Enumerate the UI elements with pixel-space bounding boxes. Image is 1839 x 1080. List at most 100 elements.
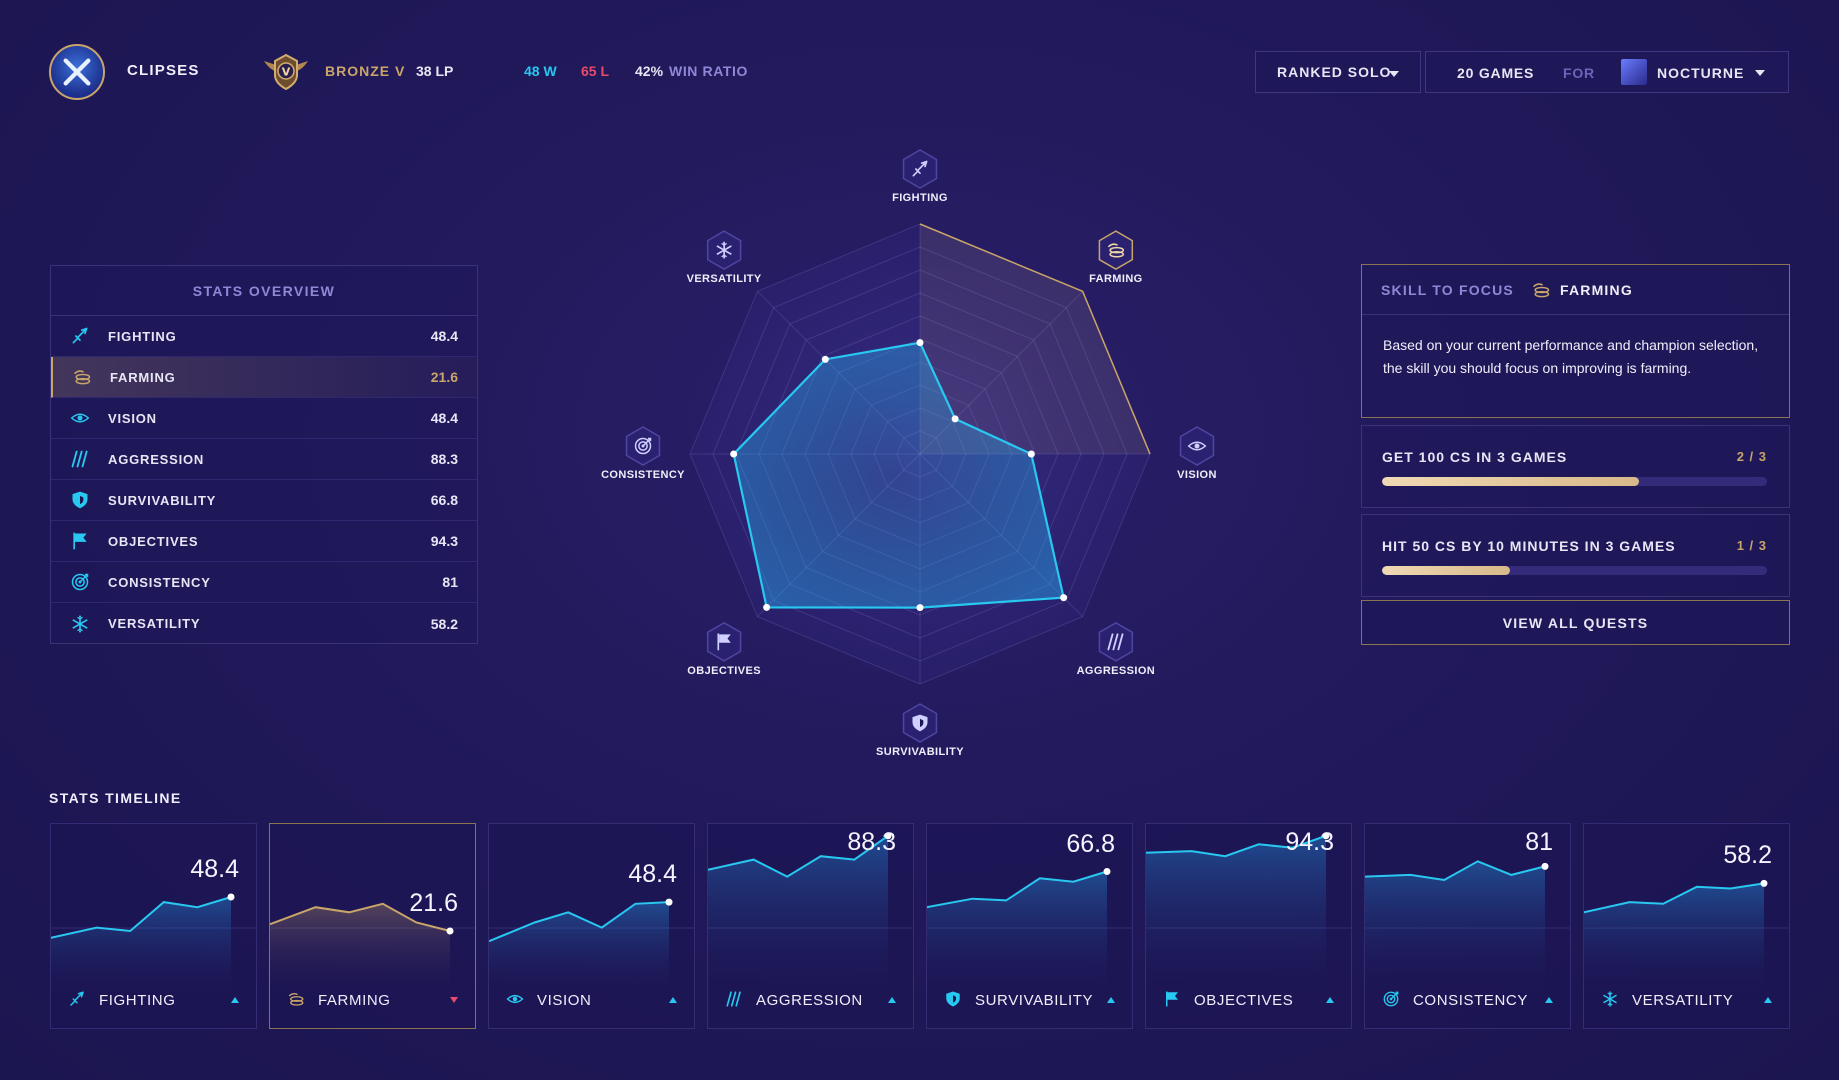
- overview-row-fighting[interactable]: FIGHTING 48.4: [51, 316, 477, 357]
- radar-point: [916, 604, 924, 612]
- radar-axis-label: AGGRESSION: [1076, 664, 1156, 677]
- timeline-area: [270, 903, 450, 999]
- overview-row-value: 48.4: [430, 410, 458, 426]
- quest-progress-bar: [1382, 566, 1767, 575]
- profile-avatar[interactable]: [49, 44, 105, 100]
- coins-icon: [1531, 280, 1551, 300]
- shield-icon: [70, 490, 90, 510]
- radar-axis-fighting[interactable]: [902, 149, 938, 189]
- trend-up-icon: [1326, 997, 1334, 1003]
- overview-row-value: 94.3: [430, 533, 458, 549]
- claw-icon: [70, 449, 90, 469]
- timeline-label: AGGRESSION: [756, 991, 863, 1009]
- username: CLIPSES: [127, 62, 200, 79]
- timeline-card-objectives[interactable]: 94.3 OBJECTIVES: [1145, 823, 1352, 1029]
- overview-row-value: 21.6: [430, 369, 458, 385]
- target-icon: [70, 572, 90, 592]
- timeline-icon: [944, 990, 964, 1010]
- radar-axis-label: FARMING: [1089, 273, 1143, 286]
- timeline-card-survivability[interactable]: 66.8 SURVIVABILITY: [926, 823, 1133, 1029]
- timeline-value: 66.8: [1066, 829, 1115, 858]
- overview-row-survivability[interactable]: SURVIVABILITY 66.8: [51, 480, 477, 521]
- trend-up-icon: [1107, 997, 1115, 1003]
- flag-icon: [1163, 990, 1181, 1008]
- timeline-label: FIGHTING: [99, 991, 176, 1009]
- win-ratio-label: WIN RATIO: [669, 63, 749, 79]
- for-label: FOR: [1563, 65, 1595, 81]
- overview-row-label: VISION: [108, 410, 157, 426]
- timeline-endpoint: [665, 898, 673, 906]
- trend-up-icon: [1764, 997, 1772, 1003]
- timeline-card-vision[interactable]: 48.4 VISION: [488, 823, 695, 1029]
- overview-row-farming[interactable]: FARMING 21.6: [51, 357, 477, 398]
- queue-dropdown-value: RANKED SOLO: [1277, 64, 1392, 80]
- overview-row-versatility[interactable]: VERSATILITY 58.2: [51, 603, 477, 644]
- overview-row-objectives[interactable]: OBJECTIVES 94.3: [51, 521, 477, 562]
- overview-row-value: 48.4: [430, 328, 458, 344]
- skill-to-focus-label: SKILL TO FOCUS: [1381, 281, 1514, 298]
- overview-row-icon: [69, 489, 91, 511]
- stats-timeline-title: STATS TIMELINE: [49, 790, 182, 806]
- timeline-card-fighting[interactable]: 48.4 FIGHTING: [50, 823, 257, 1029]
- quest-card[interactable]: GET 100 CS IN 3 GAMES 2 / 3: [1361, 425, 1790, 508]
- timeline-area: [1146, 835, 1326, 999]
- quest-title: GET 100 CS IN 3 GAMES: [1382, 449, 1568, 465]
- overview-row-label: SURVIVABILITY: [108, 492, 217, 508]
- win-percentage: 42%: [635, 63, 664, 79]
- skill-description: Based on your current performance and ch…: [1383, 337, 1759, 376]
- timeline-area: [1365, 861, 1545, 999]
- overview-row-label: VERSATILITY: [108, 616, 201, 631]
- timeline-label: OBJECTIVES: [1194, 991, 1294, 1009]
- radar-axis-label: VISION: [1177, 469, 1217, 481]
- shield-icon: [944, 990, 962, 1008]
- timeline-card-consistency[interactable]: 81 CONSISTENCY: [1364, 823, 1571, 1029]
- radar-axis-label: VERSATILITY: [686, 273, 762, 286]
- queue-dropdown[interactable]: RANKED SOLO: [1255, 51, 1421, 93]
- timeline-value: 48.4: [190, 855, 239, 883]
- timeline-card-farming[interactable]: 21.6 FARMING: [269, 823, 476, 1029]
- rank-emblem-letter: V: [282, 66, 291, 79]
- overview-row-aggression[interactable]: AGGRESSION 88.3: [51, 439, 477, 480]
- timeline-label: CONSISTENCY: [1413, 991, 1528, 1009]
- radar-axis-objectives[interactable]: [706, 622, 742, 662]
- claw-icon: [725, 990, 743, 1008]
- radar-axis-consistency[interactable]: [625, 426, 661, 466]
- timeline-endpoint: [446, 927, 454, 935]
- timeline-card-versatility[interactable]: 58.2 VERSATILITY: [1583, 823, 1790, 1029]
- radar-axis-hexagon: [1098, 230, 1134, 270]
- timeline-value: 94.3: [1285, 828, 1334, 856]
- timeline-label: VISION: [537, 991, 592, 1009]
- radar-axis-label: FIGHTING: [892, 192, 948, 204]
- radar-axis-farming[interactable]: [1098, 230, 1134, 270]
- overview-row-vision[interactable]: VISION 48.4: [51, 398, 477, 439]
- radar-axis-aggression[interactable]: [1098, 622, 1134, 662]
- radar-axis-versatility[interactable]: [706, 230, 742, 270]
- radar-axis-survivability[interactable]: [902, 703, 938, 743]
- timeline-endpoint: [227, 893, 235, 901]
- flag-icon: [70, 531, 90, 551]
- overview-row-label: AGGRESSION: [108, 451, 205, 467]
- timeline-card-aggression[interactable]: 88.3 AGGRESSION: [707, 823, 914, 1029]
- timeline-area: [708, 835, 888, 999]
- radar-axis-vision[interactable]: [1179, 426, 1215, 466]
- radar-point: [951, 415, 959, 423]
- view-all-quests-button[interactable]: VIEW ALL QUESTS: [1361, 600, 1790, 645]
- quest-progress: 1 / 3: [1736, 538, 1767, 553]
- champion-filter-dropdown[interactable]: 20 GAMES FOR NOCTURNE: [1425, 51, 1789, 93]
- timeline-label: VERSATILITY: [1632, 991, 1734, 1009]
- timeline-value: 58.2: [1723, 841, 1772, 870]
- coins-icon: [72, 367, 92, 387]
- timeline-icon: [1163, 990, 1183, 1010]
- radar-axis-label: SURVIVABILITY: [876, 746, 964, 758]
- crossed-swords-icon: [63, 58, 91, 86]
- radar-point: [821, 355, 829, 363]
- overview-row-consistency[interactable]: CONSISTENCY 81: [51, 562, 477, 603]
- trend-up-icon: [231, 997, 239, 1003]
- trend-down-icon: [450, 997, 458, 1003]
- overview-row-icon: [69, 448, 91, 470]
- games-count: 20 GAMES: [1457, 65, 1535, 81]
- timeline-endpoint: [1541, 862, 1549, 870]
- wins-count: 48 W: [524, 63, 557, 79]
- quest-card[interactable]: HIT 50 CS BY 10 MINUTES IN 3 GAMES 1 / 3: [1361, 514, 1790, 597]
- quest-progress: 2 / 3: [1736, 449, 1767, 464]
